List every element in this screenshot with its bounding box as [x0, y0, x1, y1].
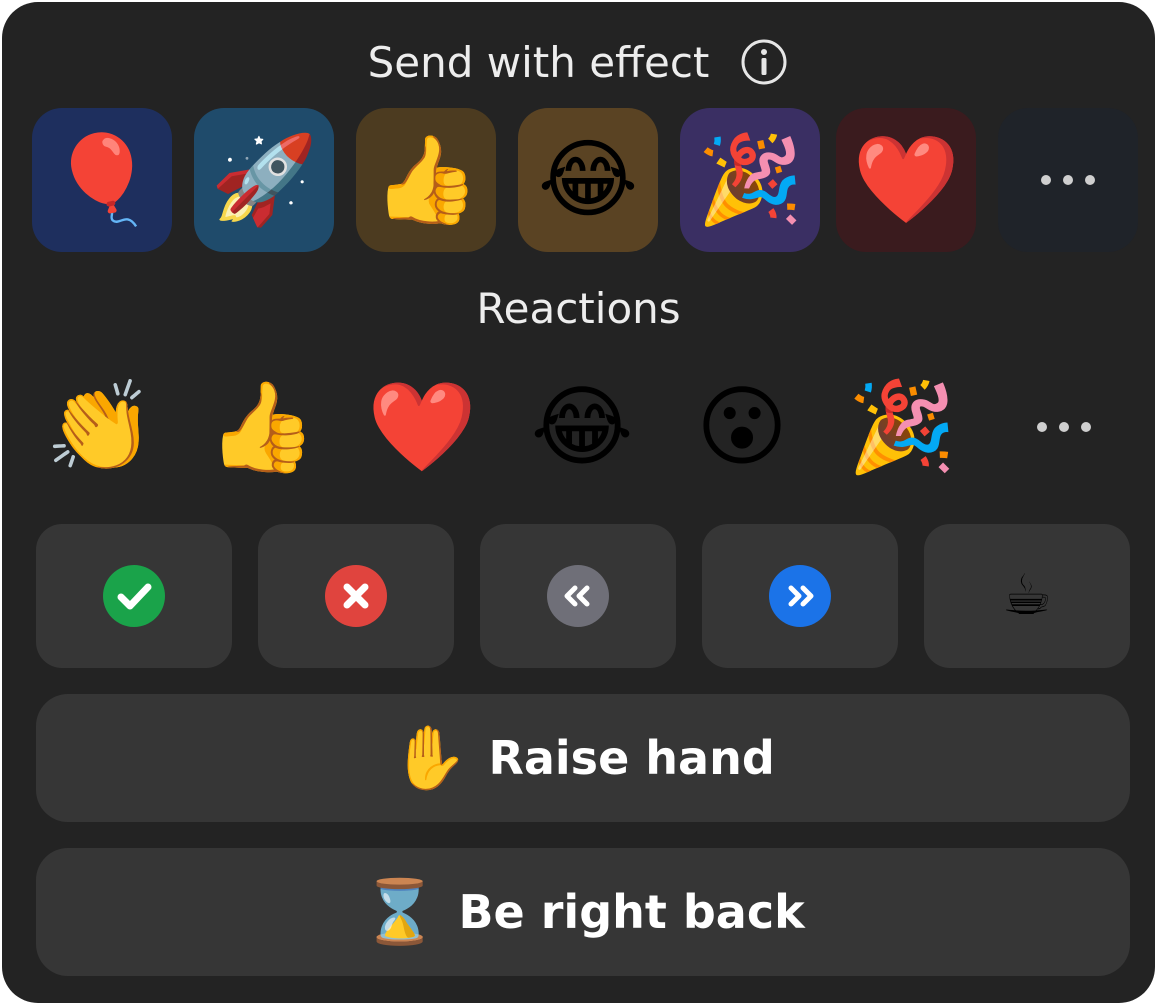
reaction-heart[interactable]: ❤️ [362, 367, 482, 487]
hourglass-icon: ⌛ [361, 875, 439, 948]
reactions-panel: Send with effect 🎈 🚀 👍 😂 🎉 ❤️ Reactions … [2, 2, 1155, 1003]
coffee-icon: ☕ [1001, 563, 1053, 628]
heart-icon: ❤️ [852, 130, 960, 230]
reaction-surprised[interactable]: 😮 [682, 367, 802, 487]
raise-hand-button[interactable]: ✋ Raise hand [36, 694, 1130, 822]
party-popper-icon: 🎉 [696, 130, 804, 230]
effect-rocket[interactable]: 🚀 [194, 108, 334, 252]
balloon-icon: 🎈 [48, 130, 156, 230]
reaction-party[interactable]: 🎉 [842, 367, 962, 487]
send-with-effect-title: Send with effect [367, 37, 710, 87]
party-popper-icon: 🎉 [847, 375, 957, 478]
reaction-thumbs-up[interactable]: 👍 [202, 367, 322, 487]
reaction-more-button[interactable] [1004, 367, 1124, 487]
effect-tears-of-joy[interactable]: 😂 [518, 108, 658, 252]
effects-row: 🎈 🚀 👍 😂 🎉 ❤️ [32, 108, 1157, 252]
raise-hand-label: Raise hand [488, 731, 775, 785]
yes-button[interactable] [36, 524, 232, 668]
tears-of-joy-icon: 😂 [530, 375, 634, 478]
raised-hand-icon: ✋ [391, 721, 469, 794]
reaction-clap[interactable]: 👏 [40, 367, 160, 487]
be-right-back-label: Be right back [458, 885, 805, 939]
fast-forward-icon [769, 565, 831, 627]
coffee-button[interactable]: ☕ [924, 524, 1130, 668]
effect-heart[interactable]: ❤️ [836, 108, 976, 252]
reactions-label: Reactions [476, 284, 681, 333]
more-icon [1041, 175, 1095, 185]
effect-more-button[interactable] [998, 108, 1138, 252]
be-right-back-button[interactable]: ⌛ Be right back [36, 848, 1130, 976]
rewind-icon [547, 565, 609, 627]
rocket-icon: 🚀 [210, 130, 318, 230]
info-circle-icon[interactable] [739, 37, 789, 87]
surprised-face-icon: 😮 [696, 375, 788, 478]
heart-icon: ❤️ [367, 375, 477, 478]
effect-balloon[interactable]: 🎈 [32, 108, 172, 252]
send-with-effect-header: Send with effect [2, 32, 1155, 92]
status-buttons-row: ☕ [36, 524, 1130, 668]
reaction-tears-of-joy[interactable]: 😂 [522, 367, 642, 487]
reactions-row: 👏 👍 ❤️ 😂 😮 🎉 [32, 367, 1132, 487]
effect-thumbs-up[interactable]: 👍 [356, 108, 496, 252]
thumbs-up-icon: 👍 [207, 375, 317, 478]
speed-up-button[interactable] [702, 524, 898, 668]
x-icon [325, 565, 387, 627]
check-icon [103, 565, 165, 627]
slow-down-button[interactable] [480, 524, 676, 668]
clapping-hands-icon: 👏 [45, 375, 155, 478]
no-button[interactable] [258, 524, 454, 668]
tears-of-joy-icon: 😂 [537, 130, 639, 230]
more-icon [1037, 422, 1091, 432]
effect-party[interactable]: 🎉 [680, 108, 820, 252]
thumbs-up-icon: 👍 [372, 130, 480, 230]
